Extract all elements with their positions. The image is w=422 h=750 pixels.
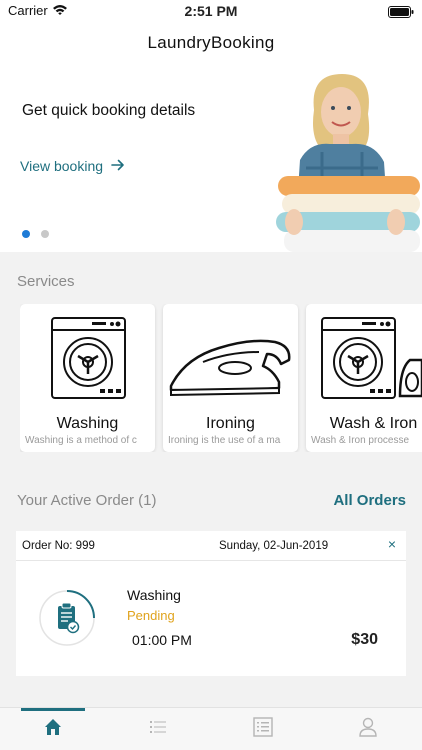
order-status: Pending [127, 608, 175, 623]
washer-and-iron-icon [306, 312, 422, 402]
status-time: 2:51 PM [184, 3, 238, 19]
status-bar: Carrier 2:51 PM [0, 0, 422, 22]
page-title: LaundryBooking [147, 33, 275, 52]
services-heading: Services [17, 273, 75, 290]
service-description: Wash & Iron processe [311, 435, 410, 446]
woman-with-laundry-image [270, 72, 420, 252]
battery-icon [388, 5, 414, 23]
tab-bar [0, 707, 422, 750]
service-card-wash-and-iron[interactable]: Wash & Iron Wash & Iron processe [306, 304, 422, 452]
tab-list[interactable] [105, 708, 210, 750]
order-card-header: Order No: 999 Sunday, 02-Jun-2019 × [16, 531, 406, 561]
page-indicator[interactable] [22, 230, 49, 238]
nav-bar: LaundryBooking [0, 22, 422, 62]
tab-profile[interactable] [315, 708, 420, 750]
profile-icon [358, 717, 377, 742]
order-date: Sunday, 02-Jun-2019 [219, 540, 329, 552]
banner-title: Get quick booking details [22, 102, 196, 119]
home-icon [43, 717, 63, 742]
service-description: Washing is a method of c [25, 435, 137, 446]
service-name: Wash & Iron [329, 415, 418, 432]
order-progress-icon [38, 589, 96, 652]
service-description: Ironing is the use of a ma [168, 435, 281, 446]
order-price: $30 [351, 631, 378, 648]
active-order-heading: Your Active Order (1) [17, 492, 157, 509]
services-carousel[interactable]: Washing Washing is a method of c Ironing… [20, 304, 422, 452]
orders-icon [252, 717, 273, 742]
view-booking-link[interactable]: View booking [20, 158, 125, 174]
washing-machine-icon [20, 312, 155, 402]
order-time: 01:00 PM [132, 632, 192, 648]
list-icon [149, 720, 166, 739]
order-number: Order No: 999 [22, 540, 95, 552]
active-order-card[interactable]: Order No: 999 Sunday, 02-Jun-2019 × Wash… [16, 531, 406, 676]
service-name: Ironing [206, 415, 255, 432]
view-booking-label: View booking [20, 158, 104, 174]
all-orders-link[interactable]: All Orders [333, 492, 406, 509]
service-card-washing[interactable]: Washing Washing is a method of c [20, 304, 155, 452]
arrow-right-icon [111, 158, 125, 174]
promo-banner[interactable]: Get quick booking details View booking [0, 62, 422, 252]
tab-orders[interactable] [210, 708, 315, 750]
tab-home[interactable] [0, 708, 105, 750]
service-card-ironing[interactable]: Ironing Ironing is the use of a ma [163, 304, 298, 452]
page-dot-2[interactable] [41, 230, 49, 238]
iron-icon [163, 312, 298, 402]
close-icon[interactable]: × [388, 536, 396, 552]
order-service-name: Washing [127, 587, 181, 603]
service-name: Washing [56, 415, 119, 432]
page-dot-1[interactable] [22, 230, 30, 238]
